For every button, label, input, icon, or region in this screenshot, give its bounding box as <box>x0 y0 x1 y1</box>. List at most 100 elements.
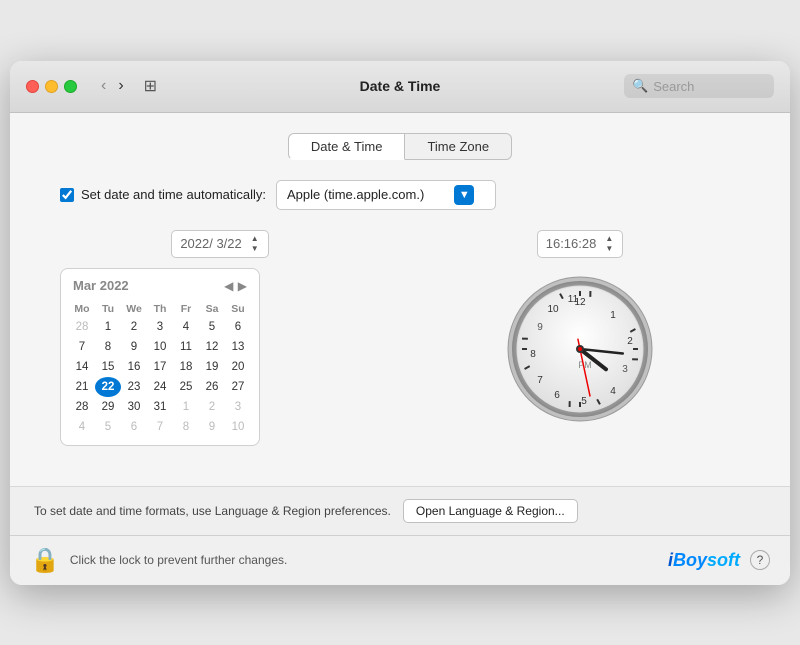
table-row: 78910111213 <box>69 337 251 357</box>
time-up-button[interactable]: ▲ <box>604 234 614 244</box>
cal-next-button[interactable]: ▶ <box>238 279 247 293</box>
list-item[interactable]: 7 <box>69 337 95 357</box>
calendar-grid: Mo Tu We Th Fr Sa Su 2812345678910111213… <box>69 301 251 437</box>
list-item[interactable]: 26 <box>199 377 225 397</box>
list-item[interactable]: 13 <box>225 337 251 357</box>
date-input-row: 2022/ 3/22 ▲ ▼ <box>60 230 380 258</box>
left-panel: 2022/ 3/22 ▲ ▼ Mar 2022 ◀ ▶ <box>60 230 380 446</box>
auto-checkbox[interactable] <box>60 188 74 202</box>
time-down-button[interactable]: ▼ <box>604 244 614 254</box>
svg-text:3: 3 <box>622 364 628 375</box>
maximize-button[interactable] <box>64 80 77 93</box>
date-down-button[interactable]: ▼ <box>250 244 260 254</box>
info-text: To set date and time formats, use Langua… <box>34 504 391 518</box>
list-item[interactable]: 5 <box>199 317 225 337</box>
list-item[interactable]: 27 <box>225 377 251 397</box>
calendar-body: 2812345678910111213141516171819202122232… <box>69 317 251 437</box>
list-item[interactable]: 28 <box>69 397 95 417</box>
list-item[interactable]: 6 <box>121 417 147 437</box>
list-item[interactable]: 8 <box>173 417 199 437</box>
cal-nav-buttons: ◀ ▶ <box>224 277 247 295</box>
svg-text:8: 8 <box>530 349 536 360</box>
close-button[interactable] <box>26 80 39 93</box>
list-item[interactable]: 5 <box>95 417 121 437</box>
minimize-button[interactable] <box>45 80 58 93</box>
back-button[interactable]: ‹ <box>97 75 110 97</box>
list-item[interactable]: 14 <box>69 357 95 377</box>
calendar-header: Mar 2022 ◀ ▶ <box>69 277 251 295</box>
list-item[interactable]: 10 <box>225 417 251 437</box>
list-item[interactable]: 21 <box>69 377 95 397</box>
table-row: 28123456 <box>69 317 251 337</box>
auto-label[interactable]: Set date and time automatically: <box>60 187 266 202</box>
list-item[interactable]: 3 <box>225 397 251 417</box>
list-item[interactable]: 30 <box>121 397 147 417</box>
grid-icon[interactable]: ⊞ <box>144 76 157 96</box>
list-item[interactable]: 9 <box>121 337 147 357</box>
traffic-lights <box>26 80 77 93</box>
cal-prev-button[interactable]: ◀ <box>224 279 233 293</box>
clock-svg: 12 1 2 3 4 5 6 7 8 9 10 11 PM <box>505 274 655 424</box>
list-item[interactable]: 10 <box>147 337 173 357</box>
list-item[interactable]: 24 <box>147 377 173 397</box>
list-item[interactable]: 7 <box>147 417 173 437</box>
list-item[interactable]: 22 <box>95 377 121 397</box>
list-item[interactable]: 18 <box>173 357 199 377</box>
list-item[interactable]: 4 <box>69 417 95 437</box>
table-row: 14151617181920 <box>69 357 251 377</box>
svg-text:9: 9 <box>537 322 543 333</box>
svg-text:6: 6 <box>554 390 560 401</box>
titlebar: ‹ › ⊞ Date & Time 🔍 <box>10 61 790 113</box>
list-item[interactable]: 1 <box>173 397 199 417</box>
clock-container: 12 1 2 3 4 5 6 7 8 9 10 11 PM <box>505 274 655 424</box>
pm-label: PM <box>578 360 592 370</box>
list-item[interactable]: 19 <box>199 357 225 377</box>
list-item[interactable]: 2 <box>121 317 147 337</box>
forward-button[interactable]: › <box>114 75 127 97</box>
main-area: 2022/ 3/22 ▲ ▼ Mar 2022 ◀ ▶ <box>40 230 760 446</box>
list-item[interactable]: 3 <box>147 317 173 337</box>
main-window: ‹ › ⊞ Date & Time 🔍 Date & Time Time Zon… <box>10 61 790 585</box>
list-item[interactable]: 11 <box>173 337 199 357</box>
lock-icon[interactable]: 🔒 <box>30 546 60 575</box>
time-input-box[interactable]: 16:16:28 ▲ ▼ <box>537 230 624 258</box>
list-item[interactable]: 23 <box>121 377 147 397</box>
date-stepper: ▲ ▼ <box>250 234 260 254</box>
info-bar: To set date and time formats, use Langua… <box>10 486 790 535</box>
open-language-button[interactable]: Open Language & Region... <box>403 499 578 523</box>
list-item[interactable]: 25 <box>173 377 199 397</box>
tab-date-time[interactable]: Date & Time <box>288 133 406 160</box>
list-item[interactable]: 29 <box>95 397 121 417</box>
list-item[interactable]: 16 <box>121 357 147 377</box>
search-input[interactable] <box>653 79 763 94</box>
cal-th-su: Su <box>225 301 251 317</box>
dropdown-arrow-icon: ▼ <box>454 185 474 205</box>
list-item[interactable]: 6 <box>225 317 251 337</box>
list-item[interactable]: 4 <box>173 317 199 337</box>
list-item[interactable]: 17 <box>147 357 173 377</box>
list-item[interactable]: 20 <box>225 357 251 377</box>
list-item[interactable]: 12 <box>199 337 225 357</box>
server-dropdown[interactable]: Apple (time.apple.com.) ▼ <box>276 180 496 210</box>
svg-text:7: 7 <box>537 375 543 386</box>
list-item[interactable]: 1 <box>95 317 121 337</box>
list-item[interactable]: 15 <box>95 357 121 377</box>
list-item[interactable]: 2 <box>199 397 225 417</box>
date-up-button[interactable]: ▲ <box>250 234 260 244</box>
iboysoft-logo: iBoysoft <box>668 550 740 571</box>
list-item[interactable]: 9 <box>199 417 225 437</box>
time-value: 16:16:28 <box>546 236 597 251</box>
auto-label-text: Set date and time automatically: <box>81 187 266 202</box>
list-item[interactable]: 28 <box>69 317 95 337</box>
cal-th-th: Th <box>147 301 173 317</box>
date-value: 2022/ 3/22 <box>180 236 241 251</box>
tab-time-zone[interactable]: Time Zone <box>405 133 512 160</box>
search-box: 🔍 <box>624 74 774 98</box>
date-input-box[interactable]: 2022/ 3/22 ▲ ▼ <box>171 230 268 258</box>
help-button[interactable]: ? <box>750 550 770 570</box>
list-item[interactable]: 31 <box>147 397 173 417</box>
lock-text: Click the lock to prevent further change… <box>70 553 658 567</box>
cal-th-we: We <box>121 301 147 317</box>
calendar-month-year: Mar 2022 <box>73 278 129 293</box>
list-item[interactable]: 8 <box>95 337 121 357</box>
